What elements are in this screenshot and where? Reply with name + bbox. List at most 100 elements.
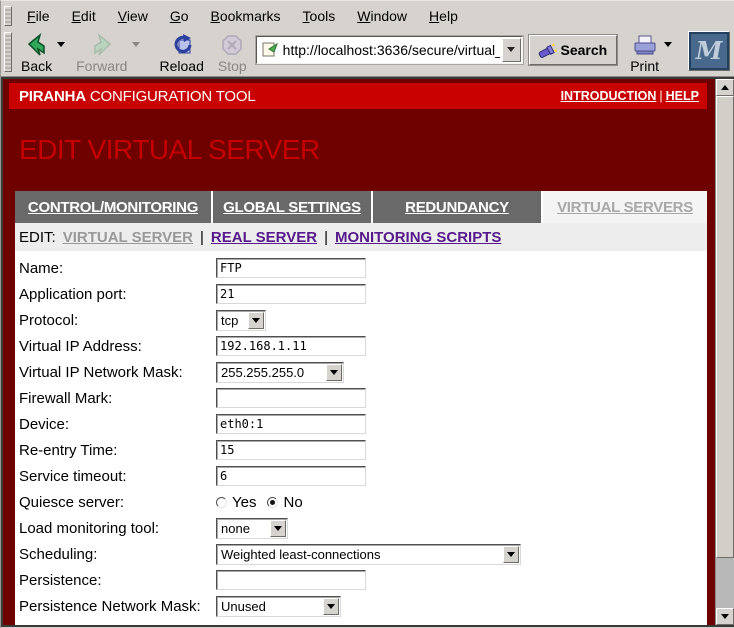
toolbar-grippy-handle[interactable] <box>4 32 12 72</box>
link-separator: | <box>656 89 665 103</box>
mozilla-throbber-logo[interactable]: M <box>688 31 730 71</box>
tab-bar: CONTROL/MONITORING GLOBAL SETTINGS REDUN… <box>15 191 707 223</box>
form-row-virtual-ip: Virtual IP Address: <box>15 333 707 359</box>
vertical-scrollbar <box>715 79 734 625</box>
persistence-mask-select[interactable]: Unused <box>216 596 341 617</box>
form-row-quiesce-server: Quiesce server: Yes No <box>15 489 707 515</box>
introduction-link[interactable]: INTRODUCTION <box>561 89 657 103</box>
quiesce-no-label: No <box>283 494 302 511</box>
print-button[interactable]: Print <box>625 29 664 75</box>
menu-bookmarks[interactable]: Bookmarks <box>200 5 292 27</box>
browser-window: File Edit View Go Bookmarks Tools Window… <box>0 0 734 628</box>
dropdown-arrow-icon <box>326 364 342 381</box>
scheduling-select[interactable]: Weighted least-connections <box>216 544 521 565</box>
stop-label: Stop <box>218 58 247 74</box>
bookmark-page-icon[interactable] <box>261 41 278 58</box>
scheduling-label: Scheduling: <box>19 546 216 563</box>
device-label: Device: <box>19 416 216 433</box>
location-bar <box>256 36 523 64</box>
subnav-real-server-link[interactable]: REAL SERVER <box>211 229 317 246</box>
form-row-reentry-time: Re-entry Time: <box>15 437 707 463</box>
form-row-scheduling: Scheduling: Weighted least-connections <box>15 541 707 567</box>
virtual-ip-input[interactable] <box>216 336 366 356</box>
back-button[interactable]: Back <box>16 29 57 75</box>
stop-icon <box>221 32 243 58</box>
service-timeout-input[interactable] <box>216 466 366 486</box>
page-title: EDIT VIRTUAL SERVER <box>19 134 320 166</box>
subnav-monitoring-scripts-link[interactable]: MONITORING SCRIPTS <box>335 229 501 246</box>
tab-virtual-servers[interactable]: VIRTUAL SERVERS <box>543 191 707 223</box>
brand-secondary: CONFIGURATION TOOL <box>86 88 256 105</box>
dropdown-arrow-icon <box>248 312 264 329</box>
form-row-protocol: Protocol: tcp <box>15 307 707 333</box>
virtual-ip-label: Virtual IP Address: <box>19 338 216 355</box>
menu-tools[interactable]: Tools <box>292 5 347 27</box>
header-links: INTRODUCTION|HELP <box>561 89 699 103</box>
persistence-mask-select-value: Unused <box>217 599 323 614</box>
tab-control-monitoring[interactable]: CONTROL/MONITORING <box>15 191 211 223</box>
device-input[interactable] <box>216 414 366 434</box>
menu-window[interactable]: Window <box>346 5 418 27</box>
scroll-down-button[interactable] <box>716 608 734 625</box>
quiesce-no-radio[interactable] <box>267 497 278 508</box>
forward-history-dropdown-icon[interactable] <box>132 42 140 47</box>
quiesce-yes-radio[interactable] <box>216 497 227 508</box>
quiesce-yes-label: Yes <box>232 494 256 511</box>
reentry-time-input[interactable] <box>216 440 366 460</box>
scrollbar-thumb[interactable] <box>716 96 734 558</box>
form-row-name: Name: <box>15 255 707 281</box>
forward-button[interactable]: Forward <box>71 29 132 75</box>
dropdown-arrow-icon <box>503 546 519 563</box>
piranha-header-band: PIRANHA CONFIGURATION TOOL INTRODUCTION|… <box>9 83 707 109</box>
menu-help[interactable]: Help <box>418 5 469 27</box>
help-link[interactable]: HELP <box>666 89 699 103</box>
form-row-application-port: Application port: <box>15 281 707 307</box>
back-history-dropdown-icon[interactable] <box>57 42 65 47</box>
firewall-mark-input[interactable] <box>216 388 366 408</box>
url-history-dropdown-button[interactable] <box>502 38 521 62</box>
piranha-brand: PIRANHA CONFIGURATION TOOL <box>19 88 256 105</box>
search-button[interactable]: Search <box>529 35 618 65</box>
form-row-persistence: Persistence: <box>15 567 707 593</box>
printer-icon <box>632 32 658 58</box>
reload-button[interactable]: Reload <box>154 29 208 75</box>
tab-redundancy[interactable]: REDUNDANCY <box>373 191 541 223</box>
menu-bar: File Edit View Go Bookmarks Tools Window… <box>1 1 734 29</box>
form-row-load-monitoring: Load monitoring tool: none <box>15 515 707 541</box>
menu-go[interactable]: Go <box>159 5 200 27</box>
url-input[interactable] <box>281 42 502 58</box>
brand-primary: PIRANHA <box>19 88 86 105</box>
application-port-label: Application port: <box>19 286 216 303</box>
scrollbar-track[interactable] <box>716 558 734 608</box>
tab-global-settings[interactable]: GLOBAL SETTINGS <box>213 191 371 223</box>
arrow-up-icon <box>721 85 729 90</box>
application-port-input[interactable] <box>216 284 366 304</box>
persistence-input[interactable] <box>216 570 366 590</box>
quiesce-radio-group: Yes No <box>216 494 309 511</box>
stop-button[interactable]: Stop <box>213 29 252 75</box>
edit-subnav: EDIT: VIRTUAL SERVER | REAL SERVER | MON… <box>15 223 707 251</box>
load-monitoring-select[interactable]: none <box>216 518 288 539</box>
scheduling-select-value: Weighted least-connections <box>217 547 503 562</box>
name-label: Name: <box>19 260 216 277</box>
protocol-select[interactable]: tcp <box>216 310 266 331</box>
menu-file[interactable]: File <box>16 5 61 27</box>
chevron-down-icon <box>507 47 515 52</box>
subnav-prefix: EDIT: <box>19 229 56 246</box>
virtual-ip-mask-label: Virtual IP Network Mask: <box>19 364 216 381</box>
name-input[interactable] <box>216 258 366 278</box>
subnav-virtual-server-link[interactable]: VIRTUAL SERVER <box>63 229 193 246</box>
back-icon <box>25 32 49 58</box>
menu-edit[interactable]: Edit <box>61 5 107 27</box>
browser-viewport: PIRANHA CONFIGURATION TOOL INTRODUCTION|… <box>1 77 734 625</box>
toolbar-grippy-handle[interactable] <box>4 6 12 26</box>
virtual-ip-mask-select-value: 255.255.255.0 <box>217 365 326 380</box>
persistence-label: Persistence: <box>19 572 216 589</box>
virtual-ip-mask-select[interactable]: 255.255.255.0 <box>216 362 344 383</box>
print-dropdown-icon[interactable] <box>664 42 672 47</box>
form-row-persistence-mask: Persistence Network Mask: Unused <box>15 593 707 619</box>
menu-view[interactable]: View <box>107 5 159 27</box>
reload-label: Reload <box>159 58 203 74</box>
scroll-up-button[interactable] <box>716 79 734 96</box>
arrow-down-icon <box>721 614 729 619</box>
